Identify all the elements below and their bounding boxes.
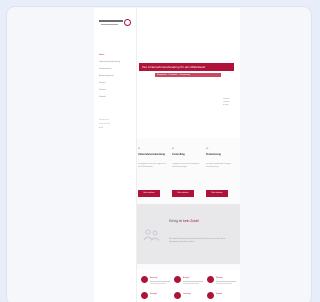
highlight-title-accent: kein Zufall <box>183 219 199 223</box>
offer-title: Controlling <box>172 153 185 156</box>
service-icon <box>207 276 214 283</box>
highlight-section: Erfolg ist kein Zufall Mit unserer Erfah… <box>137 204 240 264</box>
service-label: Beratung <box>150 277 158 279</box>
nav-item-competences[interactable]: Kompetenzen <box>99 66 133 73</box>
service-icon <box>141 292 148 299</box>
offer-button[interactable]: Mehr erfahren <box>206 190 228 197</box>
highlight-title: Erfolg ist kein Zufall <box>169 219 199 223</box>
offer-body: Transparente Zahlen als Grundlage für Ih… <box>172 164 200 168</box>
logo-wordmark <box>99 20 123 22</box>
hero-contact-note: Kontakt Telefon E-Mail <box>223 98 237 107</box>
service-text-line <box>183 281 203 282</box>
logo[interactable] <box>99 19 131 29</box>
service-label: Planung <box>216 277 223 279</box>
nav-item-contacts[interactable]: Ansprechpartner <box>99 73 133 80</box>
service-icon <box>207 292 214 299</box>
main-content: Ihre Unternehmensberatung für den Mittel… <box>137 8 240 302</box>
nav-item-home[interactable]: Home <box>99 52 133 59</box>
offer-title: Finanzierung <box>206 153 221 156</box>
offer-body: Wir begleiten Sie bei allen Fragen rund … <box>138 164 166 168</box>
logo-mark-icon <box>124 19 131 26</box>
sidebar-footer: Impressum Datenschutz AGB <box>99 118 129 130</box>
nav-item-career[interactable]: Karriere <box>99 87 133 94</box>
service-text-line <box>216 283 232 284</box>
nav-item-consulting[interactable]: Unternehmensberatung <box>99 59 133 66</box>
offer-button[interactable]: Mehr erfahren <box>172 190 194 197</box>
offer-button[interactable]: Mehr erfahren <box>138 190 160 197</box>
service-item[interactable]: Coaching <box>174 292 204 302</box>
service-text-line <box>150 281 170 282</box>
service-icon <box>174 276 181 283</box>
offer-title: Unternehmensberatung <box>138 153 165 156</box>
hero-section: Ihre Unternehmensberatung für den Mittel… <box>137 8 240 138</box>
service-label: Coaching <box>183 293 191 295</box>
people-illustration-icon <box>143 229 160 241</box>
nav-item-contact[interactable]: Kontakt <box>99 94 133 101</box>
offer-body: Wir finden die passende Lösung für Ihre … <box>206 164 232 168</box>
hero-note-line: E-Mail <box>223 104 229 106</box>
highlight-title-part: Erfolg ist <box>169 219 184 223</box>
offer-card: 01 Unternehmensberatung Wir begleiten Si… <box>138 148 168 200</box>
logo-tagline <box>101 24 118 25</box>
website-thumbnail[interactable]: Home Unternehmensberatung Kompetenzen An… <box>94 8 240 302</box>
hero-subbanner: Kompetent · Persönlich · Zuverlässig <box>155 73 221 77</box>
services-section: Beratung Analyse Planung Strategie Coach… <box>137 270 240 302</box>
service-item[interactable]: Planung <box>207 276 237 288</box>
service-label: Support <box>216 293 223 295</box>
offer-number: 02 <box>172 148 175 150</box>
service-item[interactable]: Strategie <box>141 292 171 302</box>
offers-section: 01 Unternehmensberatung Wir begleiten Si… <box>137 148 240 203</box>
service-label: Strategie <box>150 293 158 295</box>
offer-number: 01 <box>138 148 141 150</box>
offer-card: 03 Finanzierung Wir finden die passende … <box>206 148 236 200</box>
service-item[interactable]: Beratung <box>141 276 171 288</box>
service-icon <box>141 276 148 283</box>
service-label: Analyse <box>183 277 190 279</box>
service-text-line <box>216 281 236 282</box>
service-text-line <box>183 283 199 284</box>
footer-link-terms[interactable]: AGB <box>99 126 129 130</box>
hero-banner: Ihre Unternehmensberatung für den Mittel… <box>139 63 234 71</box>
highlight-body: Mit unserer Erfahrung unterstützen wir S… <box>169 239 226 243</box>
main-nav: Home Unternehmensberatung Kompetenzen An… <box>99 52 133 101</box>
service-text-line <box>150 283 166 284</box>
sidebar: Home Unternehmensberatung Kompetenzen An… <box>94 8 137 302</box>
service-item[interactable]: Analyse <box>174 276 204 288</box>
offer-number: 03 <box>206 148 209 150</box>
offer-card: 02 Controlling Transparente Zahlen als G… <box>172 148 202 200</box>
service-item[interactable]: Support <box>207 292 237 302</box>
service-icon <box>174 292 181 299</box>
nav-item-service[interactable]: Service <box>99 80 133 87</box>
